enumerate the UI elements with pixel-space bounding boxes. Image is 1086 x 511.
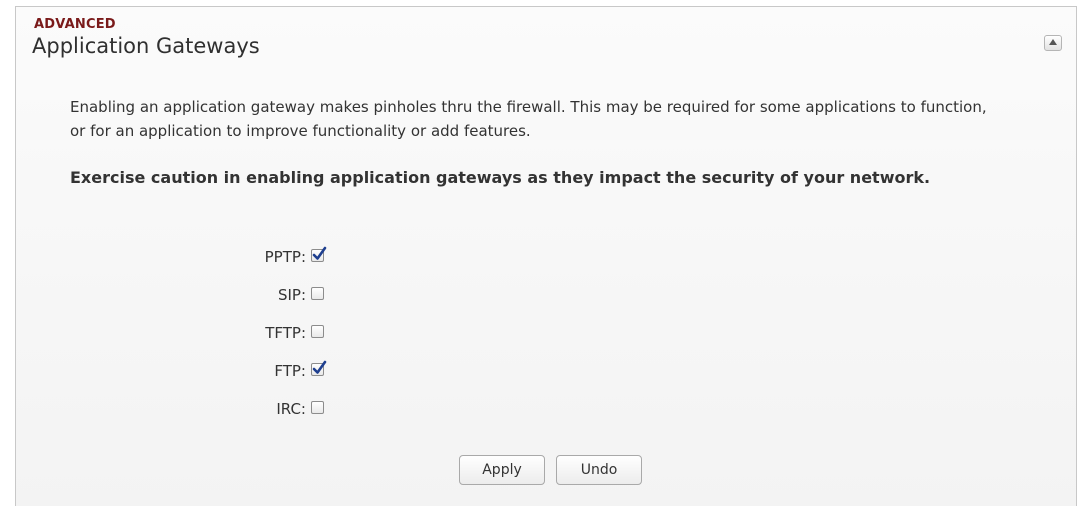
pptp-checkbox[interactable] xyxy=(311,246,327,262)
collapse-up-icon xyxy=(1049,39,1057,45)
gateway-row-pptp: PPTP: xyxy=(166,245,336,269)
gateway-label: PPTP: xyxy=(264,248,306,266)
security-warning: Exercise caution in enabling application… xyxy=(70,168,931,187)
page-title: Application Gateways xyxy=(32,34,260,58)
tftp-checkbox[interactable] xyxy=(311,325,324,338)
application-gateways-panel: ADVANCED Application Gateways Enabling a… xyxy=(15,6,1077,506)
gateway-row-tftp: TFTP: xyxy=(166,321,336,345)
checkmark-icon xyxy=(312,360,327,374)
checkmark-icon xyxy=(312,246,327,260)
gateway-label: FTP: xyxy=(274,362,306,380)
gateway-row-irc: IRC: xyxy=(166,397,336,421)
collapse-button[interactable] xyxy=(1044,35,1062,51)
section-label: ADVANCED xyxy=(34,17,116,32)
irc-checkbox[interactable] xyxy=(311,401,324,414)
undo-button[interactable]: Undo xyxy=(556,455,642,485)
description-text: Enabling an application gateway makes pi… xyxy=(70,98,987,140)
gateway-row-ftp: FTP: xyxy=(166,359,336,383)
gateway-row-sip: SIP: xyxy=(166,283,336,307)
gateway-label: IRC: xyxy=(276,400,306,418)
gateway-label: TFTP: xyxy=(265,324,306,342)
ftp-checkbox[interactable] xyxy=(311,360,327,376)
sip-checkbox[interactable] xyxy=(311,287,324,300)
apply-button[interactable]: Apply xyxy=(459,455,545,485)
gateway-label: SIP: xyxy=(277,286,306,304)
